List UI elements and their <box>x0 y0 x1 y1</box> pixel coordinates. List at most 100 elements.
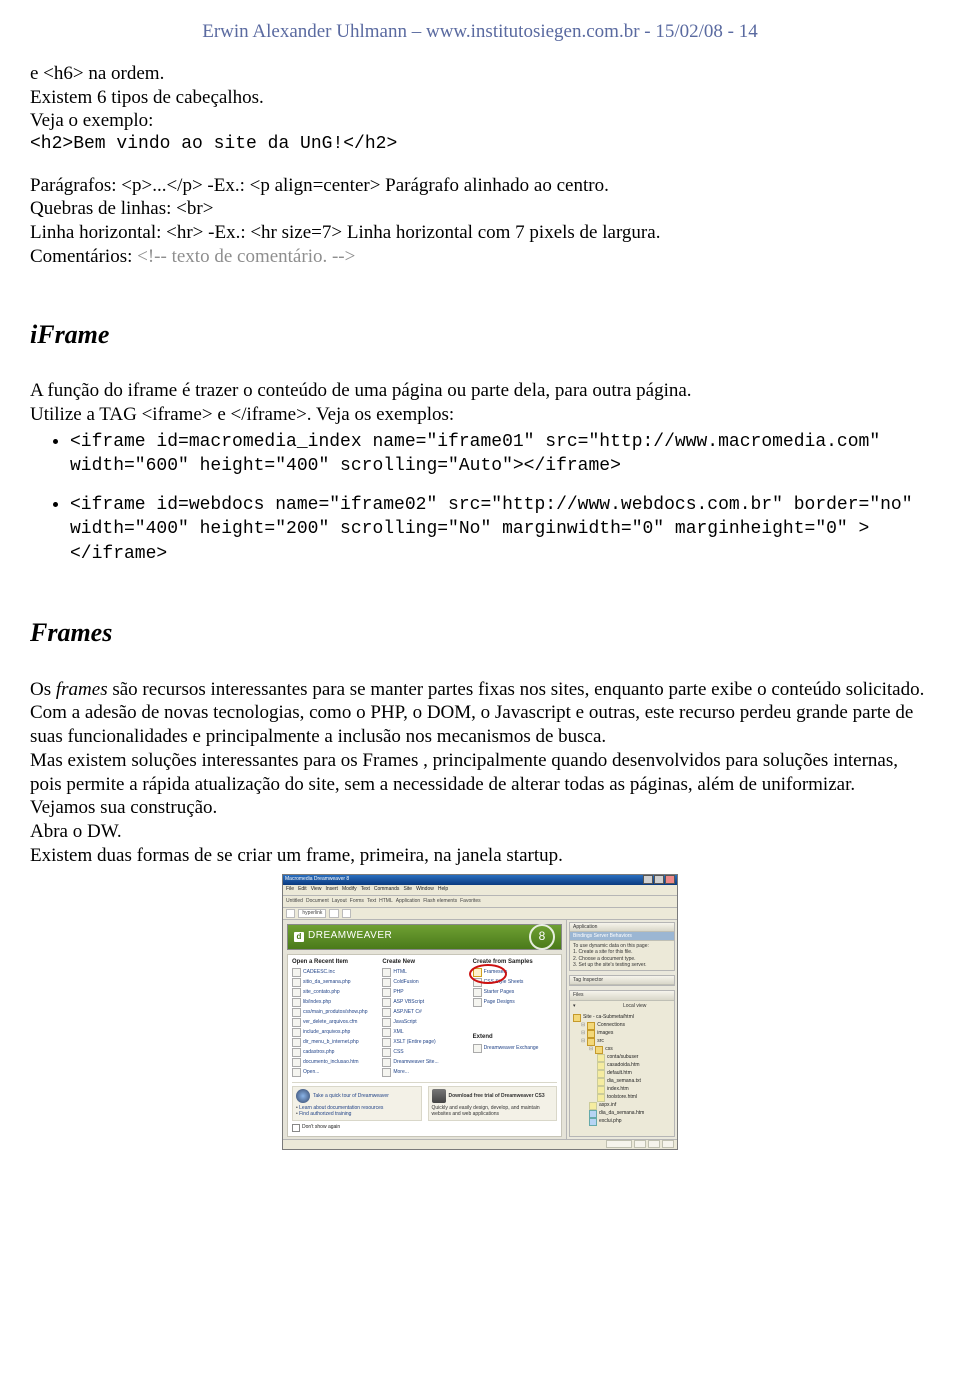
toolbar-tab[interactable]: Document <box>306 898 329 904</box>
intro-line-7: Comentários: <!-- texto de comentário. -… <box>30 245 930 269</box>
section-title-frames: Frames <box>30 617 930 650</box>
checkbox-icon[interactable] <box>292 1124 300 1132</box>
menu-item[interactable]: File <box>286 886 294 892</box>
col-open-recent: Open a Recent Item CADEESC.inc sitio_da_… <box>292 959 376 1079</box>
iframe-code-1: <iframe id=macromedia_index name="iframe… <box>70 432 880 477</box>
toolbar-tab[interactable]: Flash elements <box>423 898 457 904</box>
iframe-p1: A função do iframe é trazer o conteúdo d… <box>30 379 930 403</box>
open-link[interactable]: Open... <box>292 1068 376 1077</box>
menu-item[interactable]: Text <box>361 886 370 892</box>
dw-brand-text: DREAMWEAVER <box>308 930 392 943</box>
iframe-code-2: <iframe id=webdocs name="iframe02" src="… <box>70 495 913 564</box>
recent-item[interactable]: css/main_produtos/show.php <box>292 1008 376 1017</box>
intro-line-1: e <h6> na ordem. <box>30 62 930 86</box>
recent-item[interactable]: site_contato.php <box>292 988 376 997</box>
site-select[interactable]: ▾ <box>573 1003 621 1010</box>
toolbar-tab[interactable]: Text <box>367 898 376 904</box>
intro-code-1: <h2>Bem vindo ao site da UnG!</h2> <box>30 133 930 156</box>
exchange-icon <box>473 1044 482 1053</box>
status-seg <box>662 1140 674 1148</box>
menu-item[interactable]: Insert <box>325 886 338 892</box>
panel-hd-files[interactable]: Files <box>570 991 674 1000</box>
sample-item[interactable]: Starter Pages <box>473 988 557 997</box>
create-item[interactable]: JavaScript <box>382 1018 466 1027</box>
menu-item[interactable]: View <box>311 886 322 892</box>
more-link[interactable]: More... <box>382 1068 466 1077</box>
menu-item[interactable]: Site <box>403 886 412 892</box>
dw-banner: d DREAMWEAVER 8 <box>287 924 562 950</box>
toolbar-tab[interactable]: Untitled <box>286 898 303 904</box>
toolbar-tab[interactable]: HTML <box>379 898 393 904</box>
toolbar-tab[interactable]: Forms <box>350 898 364 904</box>
toolbar-field[interactable] <box>329 909 338 918</box>
exchange-link[interactable]: Dreamweaver Exchange <box>473 1044 557 1053</box>
bl-hd[interactable]: Take a quick tour of Dreamweaver <box>313 1093 389 1099</box>
panel-hd-tag-inspector[interactable]: Tag Inspector <box>570 976 674 985</box>
menu-item[interactable]: Help <box>438 886 448 892</box>
toolbar-field[interactable] <box>286 909 295 918</box>
create-item[interactable]: ColdFusion <box>382 978 466 987</box>
frames-p6: Existem duas formas de se criar um frame… <box>30 844 930 868</box>
recent-item[interactable]: sitio_da_semana.php <box>292 978 376 987</box>
recent-item[interactable]: documento_inclusao.htm <box>292 1058 376 1067</box>
col-hd-create-new: Create New <box>382 959 466 967</box>
recent-item[interactable]: include_arquivos.php <box>292 1028 376 1037</box>
menu-item[interactable]: Modify <box>342 886 357 892</box>
dont-show-again[interactable]: Don't show again <box>292 1124 557 1132</box>
frames-p3: Mas existem soluções interessantes para … <box>30 749 930 797</box>
menu-item[interactable]: Commands <box>374 886 400 892</box>
recent-item[interactable]: CADEESC.inc <box>292 968 376 977</box>
maximize-button[interactable] <box>654 875 664 884</box>
panel-bd-application: To use dynamic data on this page: 1. Cre… <box>570 941 674 970</box>
create-item[interactable]: ASP.NET C# <box>382 1008 466 1017</box>
menu-item[interactable]: Window <box>416 886 434 892</box>
create-item[interactable]: XML <box>382 1028 466 1037</box>
close-button[interactable] <box>665 875 675 884</box>
view-select[interactable]: Local view <box>623 1003 671 1010</box>
toolbar-field[interactable]: hyperlink <box>298 909 326 918</box>
frames-p1: Os frames são recursos interessantes par… <box>30 678 930 702</box>
intro-line-5: Quebras de linhas: <br> <box>30 197 930 221</box>
recent-item[interactable]: lib/index.php <box>292 998 376 1007</box>
create-item[interactable]: PHP <box>382 988 466 997</box>
recent-item[interactable]: dir_menu_b_internet.php <box>292 1038 376 1047</box>
create-item[interactable]: XSLT (Entire page) <box>382 1038 466 1047</box>
menu-item[interactable]: Edit <box>298 886 307 892</box>
col-hd-open-recent: Open a Recent Item <box>292 959 376 967</box>
dw-toolbar-2: hyperlink <box>283 908 677 920</box>
bl-bullet[interactable]: Find authorized training <box>296 1111 418 1117</box>
intro-line-6: Linha horizontal: <hr> -Ex.: <hr size=7>… <box>30 221 930 245</box>
sample-item[interactable]: Page Designs <box>473 998 557 1007</box>
frames-p1c: são recursos interessantes para se mante… <box>108 679 925 700</box>
dw-start-card: Open a Recent Item CADEESC.inc sitio_da_… <box>287 954 562 1137</box>
toolbar-field[interactable] <box>342 909 351 918</box>
dw-title: Macromedia Dreamweaver 8 <box>285 876 349 882</box>
create-item[interactable]: HTML <box>382 968 466 977</box>
create-item[interactable]: ASP VBScript <box>382 998 466 1007</box>
frames-p1b: frames <box>56 679 108 700</box>
page-header: Erwin Alexander Uhlmann – www.institutos… <box>30 20 930 44</box>
file-tree[interactable]: Site - ca-Submeta/html ⊟Connections ⊟ima… <box>570 1012 674 1126</box>
br-txt: Quickly and easily design, develop, and … <box>432 1105 554 1118</box>
minimize-button[interactable] <box>643 875 653 884</box>
create-item[interactable]: Dreamweaver Site... <box>382 1058 466 1067</box>
recent-item[interactable]: cadastros.php <box>292 1048 376 1057</box>
globe-icon <box>296 1089 310 1103</box>
dw-toolbar: Untitled Document Layout Forms Text HTML… <box>283 896 677 908</box>
intro-line-7a: Comentários: <box>30 246 137 267</box>
folder-icon <box>382 1068 391 1077</box>
dw-menubar: File Edit View Insert Modify Text Comman… <box>283 885 677 896</box>
panel-hd-application[interactable]: Application <box>570 923 674 932</box>
toolbar-tab[interactable]: Favorites <box>460 898 481 904</box>
dreamweaver-logo-icon: d <box>294 932 304 942</box>
status-seg <box>648 1140 660 1148</box>
intro-line-2: Existem 6 tipos de cabeçalhos. <box>30 86 930 110</box>
br-hd[interactable]: Download free trial of Dreamweaver CS3 <box>449 1093 545 1099</box>
panel-tab-bindings[interactable]: Bindings Server Behaviors <box>570 932 674 941</box>
recent-item[interactable]: ver_delete_arquivos.cfm <box>292 1018 376 1027</box>
toolbar-tab[interactable]: Layout <box>332 898 347 904</box>
frames-p5: Abra o DW. <box>30 820 930 844</box>
toolbar-tab[interactable]: Application <box>396 898 420 904</box>
create-item[interactable]: CSS <box>382 1048 466 1057</box>
intro-line-3: Veja o exemplo: <box>30 109 930 133</box>
